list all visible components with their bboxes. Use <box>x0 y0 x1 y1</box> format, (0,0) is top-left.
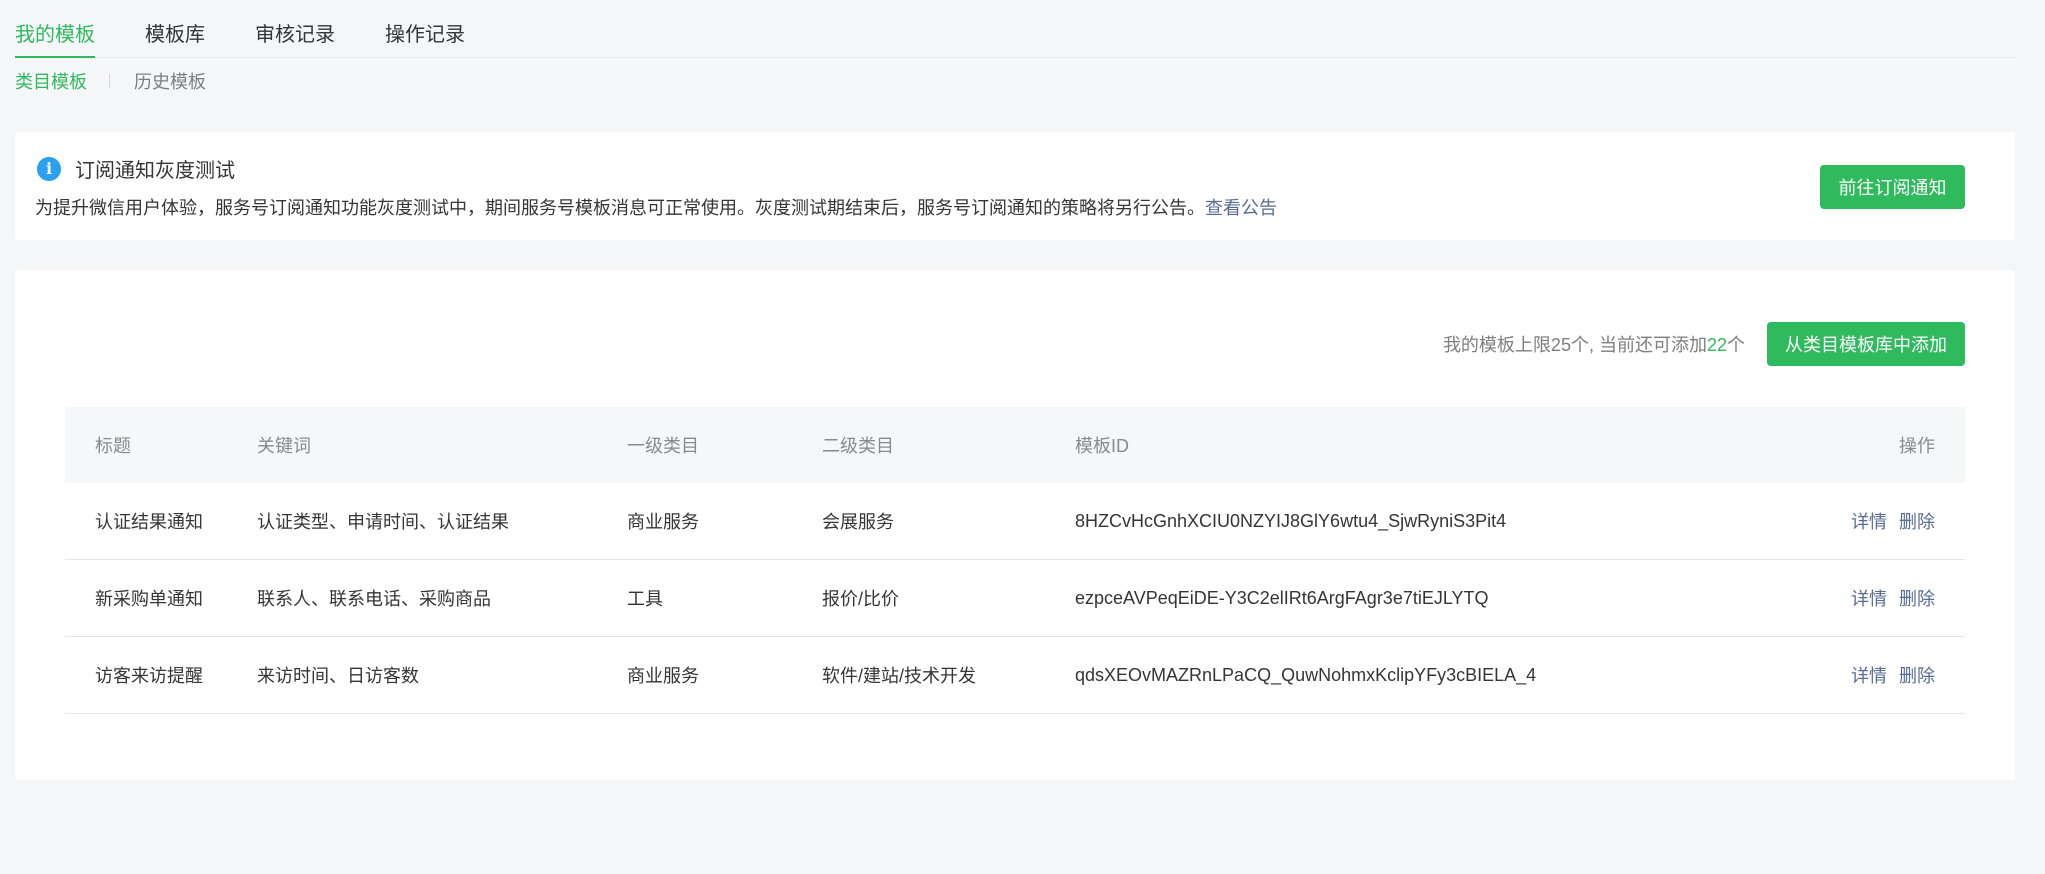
tab-review-records[interactable]: 审核记录 <box>255 22 335 57</box>
tab-my-templates[interactable]: 我的模板 <box>15 22 95 58</box>
row-category-1: 工具 <box>627 589 663 609</box>
header-operations: 操作 <box>1899 436 1935 456</box>
row-title: 新采购单通知 <box>95 589 203 609</box>
detail-link[interactable]: 详情 <box>1851 512 1887 532</box>
delete-link[interactable]: 删除 <box>1899 666 1935 686</box>
notice-banner: i 订阅通知灰度测试 为提升微信用户体验，服务号订阅通知功能灰度测试中，期间服务… <box>15 132 2015 240</box>
row-title: 认证结果通知 <box>95 512 203 532</box>
delete-link[interactable]: 删除 <box>1899 512 1935 532</box>
row-keywords: 联系人、联系电话、采购商品 <box>257 589 491 609</box>
template-table: 标题 关键词 一级类目 二级类目 模板ID 操作 认证结果通知 认证类型、申请时… <box>65 407 1965 714</box>
quota-text: 我的模板上限25个, 当前还可添加22个 <box>1443 331 1745 357</box>
table-header-row: 标题 关键词 一级类目 二级类目 模板ID 操作 <box>65 407 1965 483</box>
row-keywords: 来访时间、日访客数 <box>257 666 419 686</box>
top-tab-bar: 我的模板 模板库 审核记录 操作记录 <box>15 0 2015 58</box>
notice-title: 订阅通知灰度测试 <box>75 160 235 182</box>
notice-description-text: 为提升微信用户体验，服务号订阅通知功能灰度测试中，期间服务号模板消息可正常使用。… <box>35 198 1205 218</box>
quota-remaining: 22 <box>1706 335 1727 355</box>
row-category-2: 软件/建站/技术开发 <box>822 666 977 686</box>
template-list-card: 我的模板上限25个, 当前还可添加22个 从类目模板库中添加 标题 关键词 一级… <box>15 270 2015 780</box>
row-template-id: 8HZCvHcGnhXCIU0NZYIJ8GlY6wtu4_SjwRyniS3P… <box>1075 510 1507 531</box>
table-row: 新采购单通知 联系人、联系电话、采购商品 工具 报价/比价 ezpceAVPeq… <box>65 560 1965 637</box>
row-keywords: 认证类型、申请时间、认证结果 <box>257 512 509 532</box>
notice-description: 为提升微信用户体验，服务号订阅通知功能灰度测试中，期间服务号模板消息可正常使用。… <box>35 194 1277 220</box>
notice-title-row: i 订阅通知灰度测试 <box>37 154 235 183</box>
header-template-id: 模板ID <box>1075 436 1129 456</box>
table-row: 认证结果通知 认证类型、申请时间、认证结果 商业服务 会展服务 8HZCvHcG… <box>65 483 1965 560</box>
sub-tab-bar: 类目模板 历史模板 <box>15 68 206 94</box>
header-keywords: 关键词 <box>257 436 311 456</box>
row-title: 访客来访提醒 <box>95 666 203 686</box>
row-category-2: 报价/比价 <box>822 589 900 609</box>
header-title: 标题 <box>95 436 131 456</box>
tab-operation-records[interactable]: 操作记录 <box>385 22 465 57</box>
row-operations: 详情 删除 <box>1765 585 1965 611</box>
detail-link[interactable]: 详情 <box>1851 666 1887 686</box>
subtab-category-templates[interactable]: 类目模板 <box>15 68 87 94</box>
add-from-library-button[interactable]: 从类目模板库中添加 <box>1767 322 1965 366</box>
quota-suffix: 个 <box>1727 335 1745 355</box>
header-category-2: 二级类目 <box>822 436 894 456</box>
header-category-1: 一级类目 <box>627 436 699 456</box>
row-operations: 详情 删除 <box>1765 662 1965 688</box>
subtab-history-templates[interactable]: 历史模板 <box>134 68 206 94</box>
subtab-divider <box>109 74 110 88</box>
go-to-subscription-button[interactable]: 前往订阅通知 <box>1820 165 1965 209</box>
delete-link[interactable]: 删除 <box>1899 589 1935 609</box>
row-template-id: ezpceAVPeqEiDE-Y3C2elIRt6ArgFAgr3e7tiEJL… <box>1075 587 1489 608</box>
info-icon: i <box>37 156 61 181</box>
detail-link[interactable]: 详情 <box>1851 589 1887 609</box>
tab-template-library[interactable]: 模板库 <box>145 22 205 57</box>
row-category-1: 商业服务 <box>627 666 699 686</box>
table-row: 访客来访提醒 来访时间、日访客数 商业服务 软件/建站/技术开发 qdsXEOv… <box>65 637 1965 714</box>
view-announcement-link[interactable]: 查看公告 <box>1205 198 1277 218</box>
row-category-2: 会展服务 <box>822 512 894 532</box>
row-category-1: 商业服务 <box>627 512 699 532</box>
quota-prefix: 我的模板上限25个, 当前还可添加 <box>1442 335 1707 355</box>
quota-row: 我的模板上限25个, 当前还可添加22个 从类目模板库中添加 <box>1443 322 1965 366</box>
row-template-id: qdsXEOvMAZRnLPaCQ_QuwNohmxKclipYFy3cBIEL… <box>1075 664 1537 685</box>
row-operations: 详情 删除 <box>1765 508 1965 534</box>
